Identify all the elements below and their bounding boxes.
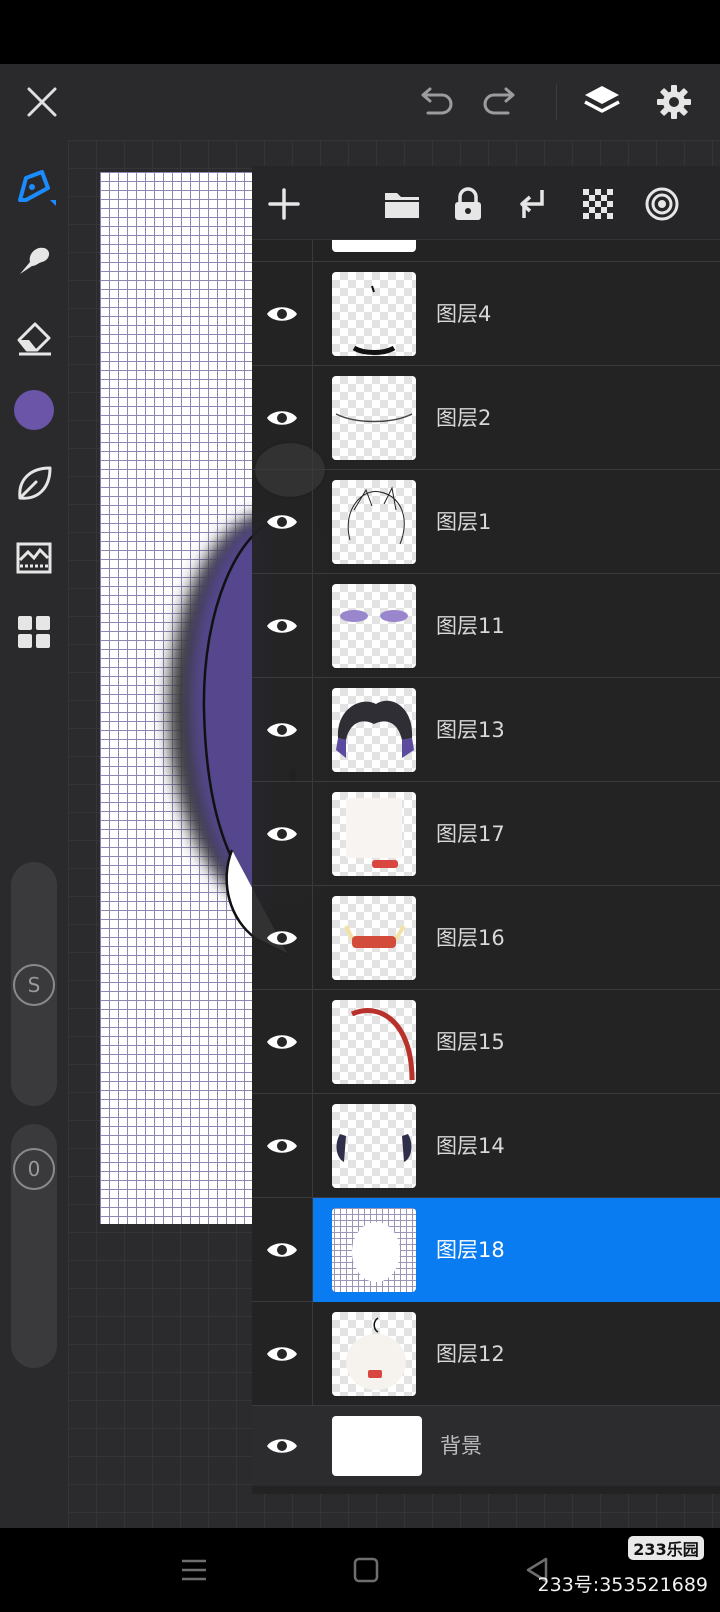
eraser-tool-icon[interactable] bbox=[8, 310, 60, 362]
layer-name: 图层12 bbox=[436, 1342, 505, 1366]
toolbar-divider bbox=[556, 84, 557, 120]
layer-name: 图层16 bbox=[436, 926, 505, 950]
system-nav-bar: 233乐园 233号:353521689 bbox=[0, 1528, 720, 1612]
layer-name: 图层15 bbox=[436, 1030, 505, 1054]
layer-name: 图层11 bbox=[436, 614, 505, 638]
status-bar bbox=[0, 0, 720, 64]
layer-panel-toolbar bbox=[252, 166, 720, 240]
layer-row-selected[interactable]: 图层18 bbox=[252, 1198, 720, 1302]
visibility-eye-icon[interactable] bbox=[260, 1332, 304, 1376]
layer-row[interactable]: 图层4 bbox=[252, 262, 720, 366]
visibility-eye-icon[interactable] bbox=[260, 500, 304, 544]
size-slider-handle[interactable]: S bbox=[13, 964, 55, 1006]
layer-name: 背景 bbox=[440, 1434, 482, 1458]
layer-thumbnail bbox=[332, 240, 416, 252]
brush-opacity-slider[interactable]: 0 bbox=[11, 1124, 57, 1368]
layer-thumbnail bbox=[332, 376, 416, 460]
layer-thumbnail bbox=[332, 480, 416, 564]
layer-name: 图层13 bbox=[436, 718, 505, 742]
top-toolbar bbox=[0, 64, 720, 140]
visibility-eye-icon[interactable] bbox=[260, 812, 304, 856]
layer-row[interactable]: 图层2 bbox=[252, 366, 720, 470]
merge-down-icon[interactable] bbox=[506, 178, 558, 230]
visibility-eye-icon[interactable] bbox=[260, 1020, 304, 1064]
layer-thumbnail bbox=[332, 1000, 416, 1084]
layer-thumbnail bbox=[332, 792, 416, 876]
menu-icon[interactable] bbox=[172, 1548, 216, 1592]
home-icon[interactable] bbox=[344, 1548, 388, 1592]
visibility-eye-icon[interactable] bbox=[260, 708, 304, 752]
watermark-logo: 233乐园 bbox=[628, 1536, 704, 1560]
layer-name: 图层1 bbox=[436, 510, 492, 534]
color-swatch[interactable] bbox=[8, 384, 60, 436]
layers-icon[interactable] bbox=[576, 76, 628, 128]
layer-name: 图层4 bbox=[436, 302, 492, 326]
visibility-eye-icon[interactable] bbox=[260, 604, 304, 648]
add-layer-icon[interactable] bbox=[258, 178, 310, 230]
layer-name: 图层17 bbox=[436, 822, 505, 846]
undo-icon[interactable] bbox=[410, 76, 462, 128]
redo-icon[interactable] bbox=[474, 76, 526, 128]
layer-row[interactable]: 图层11 bbox=[252, 574, 720, 678]
opacity-slider-handle[interactable]: 0 bbox=[13, 1148, 55, 1190]
layer-row-partial[interactable] bbox=[252, 240, 720, 262]
layer-name: 图层14 bbox=[436, 1134, 505, 1158]
visibility-eye-icon[interactable] bbox=[260, 916, 304, 960]
watermark-id: 233号:353521689 bbox=[537, 1574, 708, 1596]
layer-thumbnail bbox=[332, 584, 416, 668]
adjust-tool-icon[interactable] bbox=[8, 532, 60, 584]
transparency-icon[interactable] bbox=[572, 178, 624, 230]
brush-size-slider[interactable]: S bbox=[11, 862, 57, 1106]
lock-icon[interactable] bbox=[442, 178, 494, 230]
visibility-eye-icon[interactable] bbox=[260, 292, 304, 336]
pen-tool-icon[interactable] bbox=[8, 160, 60, 212]
smudge-tool-icon[interactable] bbox=[8, 234, 60, 286]
layer-panel: 图层4 图层2 图层1 图层11 图层13 图层17 图层16 图层15 图层1… bbox=[252, 166, 720, 1494]
settings-icon[interactable] bbox=[648, 76, 700, 128]
layer-list: 图层4 图层2 图层1 图层11 图层13 图层17 图层16 图层15 图层1… bbox=[252, 240, 720, 1494]
layer-thumbnail bbox=[332, 1208, 416, 1292]
visibility-eye-icon[interactable] bbox=[260, 1124, 304, 1168]
layer-row[interactable]: 图层17 bbox=[252, 782, 720, 886]
layer-thumbnail bbox=[332, 272, 416, 356]
folder-icon[interactable] bbox=[376, 178, 428, 230]
layer-thumbnail bbox=[332, 1104, 416, 1188]
visibility-eye-icon[interactable] bbox=[260, 1228, 304, 1272]
layer-row[interactable]: 图层13 bbox=[252, 678, 720, 782]
blend-tool-icon[interactable] bbox=[8, 458, 60, 510]
layer-row[interactable]: 图层14 bbox=[252, 1094, 720, 1198]
layer-row[interactable]: 图层1 bbox=[252, 470, 720, 574]
background-layer-row[interactable]: 背景 bbox=[252, 1406, 720, 1486]
gallery-icon[interactable] bbox=[8, 606, 60, 658]
layer-name: 图层2 bbox=[436, 406, 492, 430]
layer-row[interactable]: 图层16 bbox=[252, 886, 720, 990]
layer-row[interactable]: 图层12 bbox=[252, 1302, 720, 1406]
visibility-eye-icon[interactable] bbox=[260, 1424, 304, 1468]
layer-thumbnail bbox=[332, 896, 416, 980]
layer-effect-icon[interactable] bbox=[636, 178, 688, 230]
layer-row[interactable]: 图层15 bbox=[252, 990, 720, 1094]
layer-name: 图层18 bbox=[436, 1238, 505, 1262]
layer-thumbnail bbox=[332, 1312, 416, 1396]
layer-thumbnail bbox=[332, 688, 416, 772]
layer-thumbnail bbox=[332, 1416, 422, 1476]
left-toolbar: S 0 bbox=[0, 140, 68, 1528]
close-icon[interactable] bbox=[16, 76, 68, 128]
visibility-eye-icon[interactable] bbox=[260, 396, 304, 440]
